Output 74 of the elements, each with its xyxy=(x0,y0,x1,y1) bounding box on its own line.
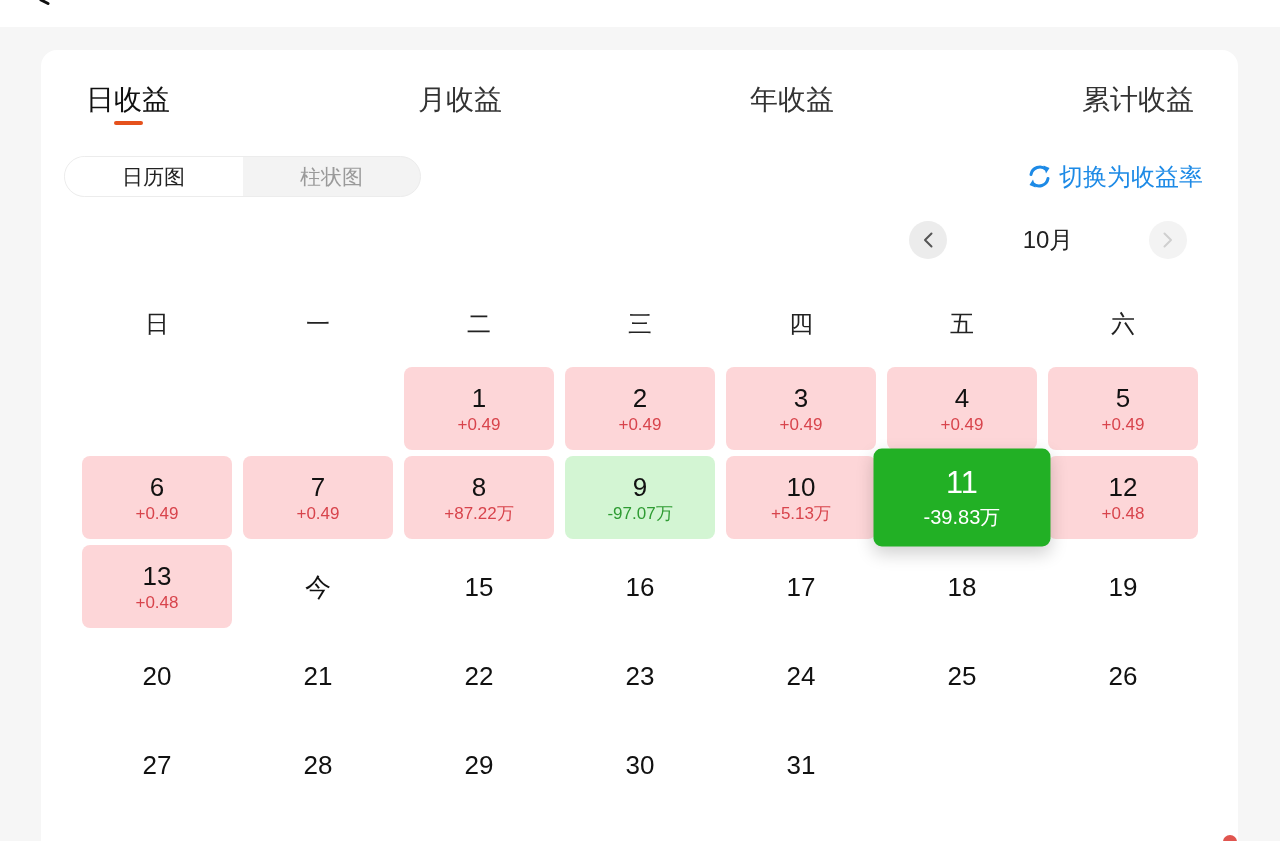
day-number[interactable]: 30 xyxy=(625,748,655,781)
day-number[interactable]: 25 xyxy=(947,659,977,692)
day-cell[interactable]: 2 +0.49 xyxy=(565,367,715,450)
weekday-label: 四 xyxy=(789,309,813,339)
day-number[interactable]: 31 xyxy=(786,748,816,781)
day-number: 9 xyxy=(632,470,648,503)
weekday-label: 二 xyxy=(467,309,491,339)
day-number: 4 xyxy=(954,381,970,414)
day-number: 8 xyxy=(471,470,487,503)
day-cell[interactable]: 3 +0.49 xyxy=(726,367,876,450)
weekday-label: 一 xyxy=(306,309,330,339)
day-earnings: +0.49 xyxy=(618,413,662,436)
day-earnings: +0.49 xyxy=(1101,413,1145,436)
day-cell[interactable]: 10 +5.13万 xyxy=(726,456,876,539)
day-number[interactable]: 18 xyxy=(947,570,977,603)
day-cell[interactable]: 7 +0.49 xyxy=(243,456,393,539)
switch-to-rate-link[interactable]: 切换为收益率 xyxy=(1026,161,1203,192)
day-cell[interactable]: 13 +0.48 xyxy=(82,545,232,628)
day-number: 1 xyxy=(471,381,487,414)
day-number[interactable]: 20 xyxy=(142,659,172,692)
day-earnings: -39.83万 xyxy=(923,505,1001,531)
day-cell[interactable]: 9 -97.07万 xyxy=(565,456,715,539)
day-cell[interactable]: 5 +0.49 xyxy=(1048,367,1198,450)
chevron-left-icon xyxy=(923,232,933,248)
day-number: 6 xyxy=(149,470,165,503)
day-earnings: +0.49 xyxy=(296,502,340,525)
day-number[interactable]: 17 xyxy=(786,570,816,603)
tab[interactable]: 年收益 xyxy=(750,84,834,125)
day-earnings: +0.48 xyxy=(1101,502,1145,525)
day-cell[interactable]: 1 +0.49 xyxy=(404,367,554,450)
day-cell[interactable]: 6 +0.49 xyxy=(82,456,232,539)
view-option[interactable]: 日历图 xyxy=(65,157,243,196)
day-earnings: +87.22万 xyxy=(444,502,514,525)
day-number[interactable]: 23 xyxy=(625,659,655,692)
day-earnings: +0.49 xyxy=(135,502,179,525)
weekday-label: 五 xyxy=(950,309,974,339)
weekday-label: 日 xyxy=(145,309,169,339)
day-number[interactable]: 22 xyxy=(464,659,494,692)
day-cell[interactable]: 4 +0.49 xyxy=(887,367,1037,450)
day-number[interactable]: 26 xyxy=(1108,659,1138,692)
day-earnings: +0.49 xyxy=(940,413,984,436)
day-number[interactable]: 16 xyxy=(625,570,655,603)
day-number: 10 xyxy=(786,470,816,503)
day-earnings: +5.13万 xyxy=(771,502,831,525)
day-number: 11 xyxy=(946,464,978,502)
back-chevron-icon[interactable] xyxy=(39,0,51,5)
previous-month-button[interactable] xyxy=(909,221,947,259)
day-number[interactable]: 今 xyxy=(305,570,331,603)
day-cell[interactable]: 12 +0.48 xyxy=(1048,456,1198,539)
day-number[interactable]: 28 xyxy=(303,748,333,781)
weekday-label: 三 xyxy=(628,309,652,339)
tab[interactable]: 累计收益 xyxy=(1082,84,1194,125)
day-number[interactable]: 29 xyxy=(464,748,494,781)
weekday-label: 六 xyxy=(1111,309,1135,339)
day-number[interactable]: 15 xyxy=(464,570,494,603)
day-earnings: +0.49 xyxy=(779,413,823,436)
day-number[interactable]: 27 xyxy=(142,748,172,781)
day-earnings: +0.48 xyxy=(135,591,179,614)
day-number[interactable]: 24 xyxy=(786,659,816,692)
tab[interactable]: 月收益 xyxy=(418,84,502,125)
day-number: 2 xyxy=(632,381,648,414)
day-number: 13 xyxy=(142,559,172,592)
tab[interactable]: 日收益 xyxy=(86,84,170,125)
month-label: 10月 xyxy=(1022,225,1074,255)
day-earnings: +0.49 xyxy=(457,413,501,436)
day-number[interactable]: 21 xyxy=(303,659,333,692)
day-number: 3 xyxy=(793,381,809,414)
day-number: 12 xyxy=(1108,470,1138,503)
chevron-right-icon xyxy=(1163,232,1173,248)
day-number: 7 xyxy=(310,470,326,503)
day-earnings: -97.07万 xyxy=(607,502,673,525)
day-number[interactable]: 19 xyxy=(1108,570,1138,603)
day-cell[interactable]: 8 +87.22万 xyxy=(404,456,554,539)
day-number: 5 xyxy=(1115,381,1131,414)
